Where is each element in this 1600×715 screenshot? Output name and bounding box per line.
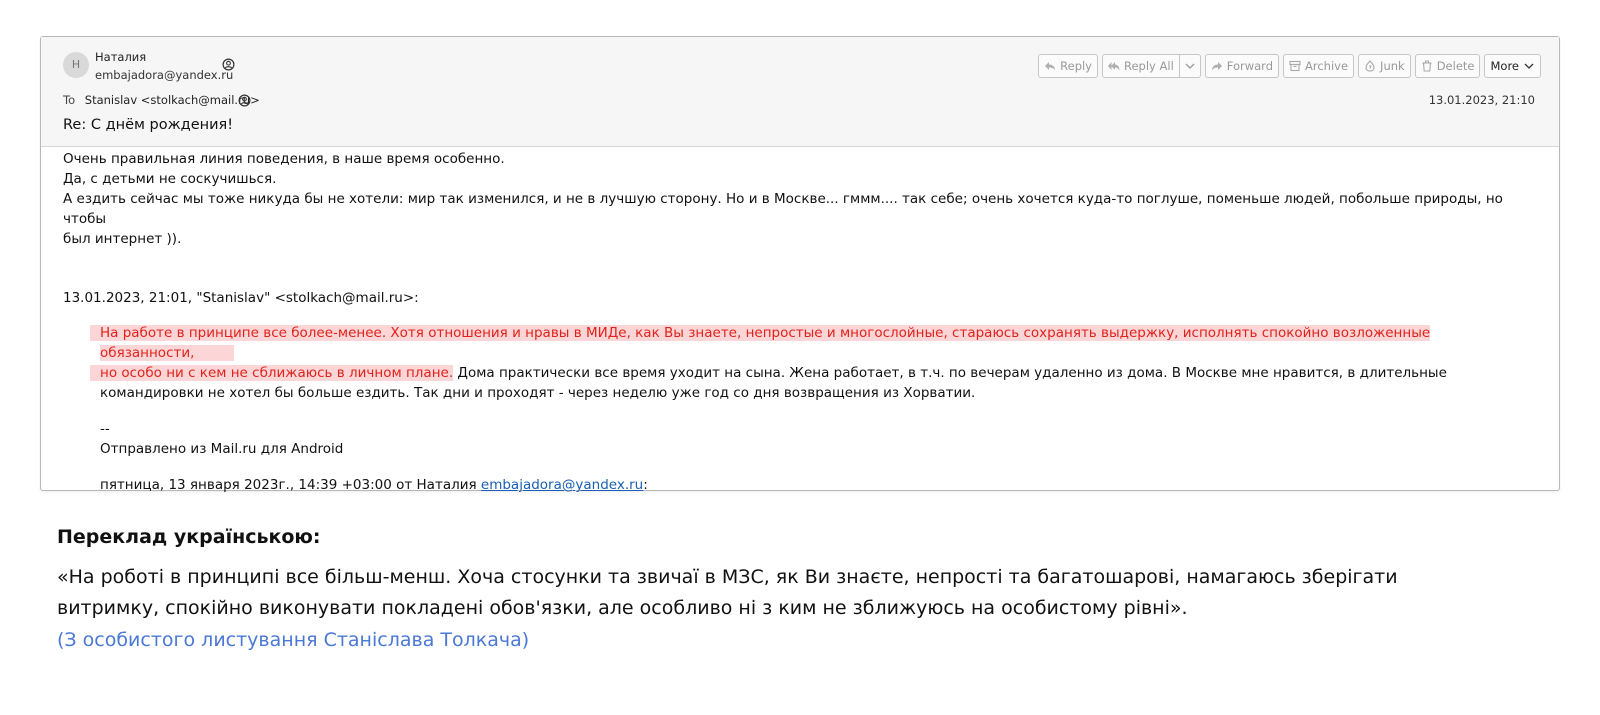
email-subject: Re: С днём рождения!: [63, 117, 234, 133]
quoted-message: На работе в принципе все более-менее. Хо…: [100, 323, 1480, 495]
message-toolbar: Reply Reply All Forward Archive Junk Del…: [1038, 54, 1541, 78]
highlighted-text: На работе в принципе все более-менее. Хо…: [100, 325, 1431, 361]
translation-title: Переклад українською:: [57, 526, 321, 548]
contact-icon[interactable]: [238, 94, 251, 107]
highlighted-text: но особо ни с кем не сближаюсь в личном …: [100, 365, 454, 381]
delete-label: Delete: [1436, 59, 1475, 73]
forward-button[interactable]: Forward: [1204, 54, 1280, 78]
quote-header: 13.01.2023, 21:01, "Stanislav" <stolkach…: [63, 290, 419, 306]
reply-label: Reply: [1060, 59, 1092, 73]
sent-suffix: :: [643, 477, 648, 493]
recipient[interactable]: Stanislav <stolkach@mail.ru>: [85, 93, 260, 107]
forward-label: Forward: [1226, 59, 1274, 73]
junk-icon: [1365, 60, 1375, 72]
body-line: Да, с детьми не соскучишься.: [63, 171, 277, 187]
reply-button[interactable]: Reply: [1038, 54, 1098, 78]
sender-name[interactable]: Наталия: [95, 50, 146, 64]
translation-line: «На роботі в принципі все більш-менш. Хо…: [57, 566, 1398, 588]
chevron-down-icon: [1524, 63, 1534, 69]
contact-icon[interactable]: [222, 58, 235, 71]
reply-all-dropdown[interactable]: [1179, 54, 1201, 78]
reply-all-label: Reply All: [1124, 59, 1174, 73]
more-button[interactable]: More: [1484, 54, 1541, 78]
reply-all-group: Reply All: [1102, 54, 1201, 78]
chevron-down-icon: [1185, 63, 1195, 69]
reply-icon: [1045, 62, 1056, 71]
sent-line: пятница, 13 января 2023г., 14:39 +03:00 …: [100, 475, 1480, 495]
more-label: More: [1490, 59, 1519, 73]
body-line: Очень правильная линия поведения, в наше…: [63, 151, 505, 167]
sender-email[interactable]: embajadora@yandex.ru: [95, 68, 233, 82]
trash-icon: [1422, 60, 1432, 72]
email-viewer: Н Наталия embajadora@yandex.ru Reply Rep…: [40, 36, 1560, 493]
archive-icon: [1289, 60, 1301, 72]
translation-text: «На роботі в принципі все більш-менш. Хо…: [57, 562, 1557, 624]
recipient-row: To Stanislav <stolkach@mail.ru>: [63, 93, 260, 107]
reply-all-icon: [1108, 62, 1120, 71]
quoted-text: Дома практически все время уходит на сын…: [453, 365, 1447, 381]
delete-button[interactable]: Delete: [1414, 54, 1481, 78]
to-label: To: [63, 93, 76, 107]
signature-separator: --: [100, 421, 110, 437]
archive-button[interactable]: Archive: [1283, 54, 1355, 78]
body-line: А ездить сейчас мы тоже никуда бы не хот…: [63, 191, 1503, 227]
sender-avatar: Н: [63, 52, 89, 78]
quoted-text: командировки не хотел бы больше ездить. …: [100, 385, 976, 401]
source-note: (З особистого листування Станіслава Толк…: [57, 629, 530, 651]
junk-button[interactable]: Junk: [1358, 54, 1411, 78]
email-header: Н Наталия embajadora@yandex.ru Reply Rep…: [41, 37, 1559, 147]
translation-line: витримку, спокійно виконувати покладені …: [57, 597, 1188, 619]
email-body: Очень правильная линия поведения, в наше…: [63, 149, 1513, 495]
sender-email-link[interactable]: embajadora@yandex.ru: [481, 477, 643, 493]
body-line: был интернет )).: [63, 231, 182, 247]
archive-label: Archive: [1305, 59, 1349, 73]
junk-label: Junk: [1380, 59, 1405, 73]
signature-text: Отправлено из Mail.ru для Android: [100, 441, 344, 457]
forward-icon: [1211, 62, 1222, 71]
sent-prefix: пятница, 13 января 2023г., 14:39 +03:00 …: [100, 477, 481, 493]
message-date: 13.01.2023, 21:10: [1428, 93, 1535, 107]
reply-all-button[interactable]: Reply All: [1102, 54, 1180, 78]
